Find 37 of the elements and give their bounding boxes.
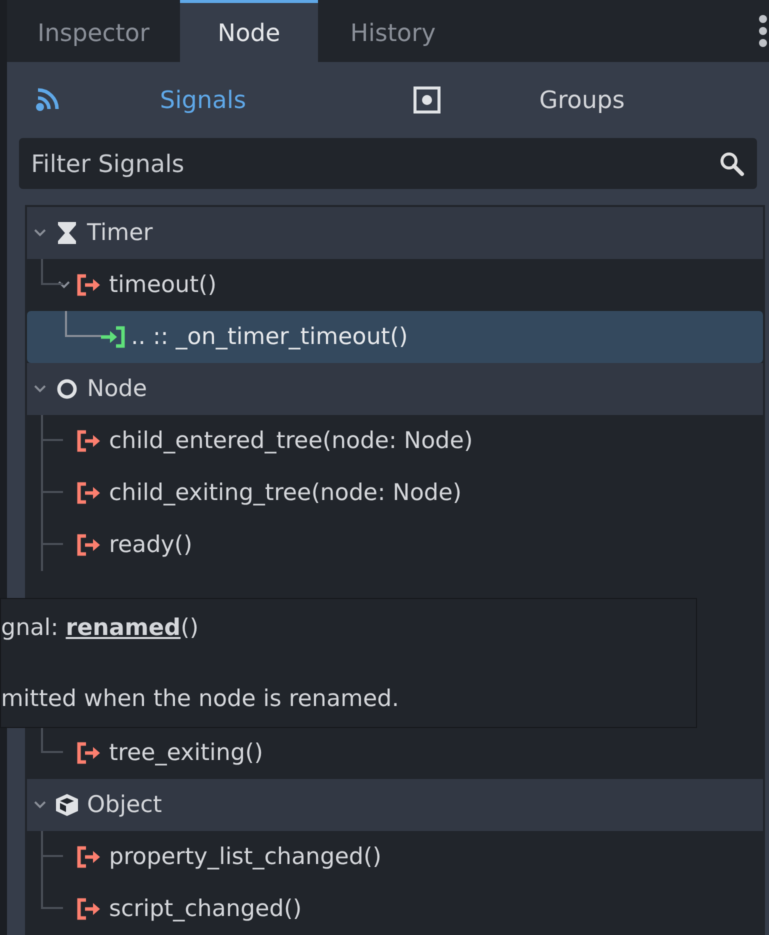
signal-name[interactable]: child_exiting_tree(node: Node) xyxy=(109,476,462,510)
class-name[interactable]: Object xyxy=(87,788,162,822)
section-tab[interactable]: Signals xyxy=(7,82,385,118)
class-row[interactable]: Timer xyxy=(27,207,763,259)
tooltip-description: mitted when the node is renamed. xyxy=(1,684,400,714)
search-icon xyxy=(719,151,745,178)
filter-field[interactable]: Filter Signals xyxy=(19,138,757,189)
signal-name[interactable]: timeout() xyxy=(109,268,217,302)
class-name[interactable]: Timer xyxy=(87,216,153,250)
cube-icon xyxy=(55,793,79,817)
signal-name[interactable]: ready() xyxy=(109,528,192,562)
signal-name[interactable]: tree_exiting() xyxy=(109,736,264,770)
broadcast-icon xyxy=(35,88,61,112)
class-name[interactable]: Node xyxy=(87,372,148,406)
connection-name: .. :: _on_timer_timeout() xyxy=(131,322,408,352)
panel-tab[interactable]: History xyxy=(318,0,468,62)
signal-name[interactable]: script_changed() xyxy=(109,892,302,926)
chevron-icon[interactable] xyxy=(57,280,71,290)
class-row[interactable]: Node xyxy=(27,363,763,415)
connection-row[interactable]: .. :: _on_timer_timeout() xyxy=(27,311,763,363)
group-icon xyxy=(413,86,441,114)
hourglass-icon xyxy=(57,221,77,245)
connection-icon xyxy=(99,326,125,348)
signal-name[interactable]: property_list_changed() xyxy=(109,840,382,874)
tooltip-title: gnal: renamed() xyxy=(1,614,199,643)
circle-icon xyxy=(56,378,78,400)
panel-tab[interactable]: Inspector xyxy=(7,0,180,62)
chevron-icon[interactable] xyxy=(33,228,47,238)
tree-guide-line xyxy=(65,311,101,337)
more-options-icon[interactable] xyxy=(759,14,767,48)
chevron-icon[interactable] xyxy=(33,800,47,810)
signal-name[interactable]: child_entered_tree(node: Node) xyxy=(109,424,473,458)
section-tab[interactable]: Groups xyxy=(385,82,763,118)
tree-guide-line xyxy=(41,259,63,285)
class-row[interactable]: Object xyxy=(27,779,763,831)
panel-tab[interactable]: Node xyxy=(180,0,318,62)
chevron-icon[interactable] xyxy=(33,384,47,394)
